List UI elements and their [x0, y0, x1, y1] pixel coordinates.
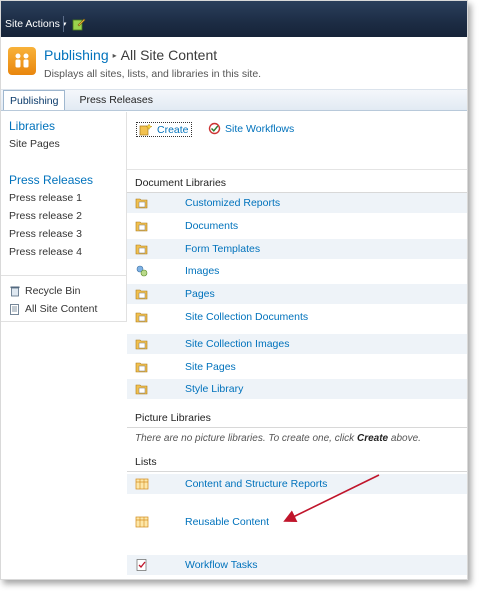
- quick-launch: Libraries Site Pages Press Releases Pres…: [1, 112, 127, 579]
- item-label[interactable]: Site Pages: [185, 361, 236, 373]
- recycle-bin-link[interactable]: Recycle Bin: [9, 285, 80, 297]
- item-label[interactable]: Workflow Tasks: [185, 559, 258, 571]
- title-area: Publishing ▸ All Site Content Displays a…: [1, 37, 467, 89]
- page-title: All Site Content: [120, 47, 218, 63]
- main-content: Create Site Workflows Document Libraries…: [127, 112, 467, 579]
- site-workflows-button[interactable]: Site Workflows: [208, 122, 294, 135]
- item-label[interactable]: Pages: [185, 288, 215, 300]
- empty-message-suffix: above.: [388, 433, 421, 444]
- section-header-document-libraries: Document Libraries: [127, 177, 467, 193]
- all-site-content-label: All Site Content: [25, 303, 98, 315]
- list-item[interactable]: Site Collection Documents: [127, 307, 467, 327]
- utility-links: Recycle Bin All Site Content: [1, 275, 127, 323]
- list-item[interactable]: Style Library: [127, 379, 467, 399]
- item-label[interactable]: Customized Reports: [185, 197, 280, 209]
- workflow-tasks-icon: [136, 559, 147, 571]
- list-item[interactable]: Form Templates: [127, 239, 467, 259]
- item-label[interactable]: Content and Structure Reports: [185, 478, 327, 490]
- document-library-icon: [135, 244, 148, 255]
- empty-message-create-link[interactable]: Create: [357, 433, 388, 444]
- list-item[interactable]: Customized Reports: [127, 193, 467, 213]
- item-label[interactable]: Style Library: [185, 383, 243, 395]
- list-icon: [135, 516, 149, 528]
- nav-item-press-release-2[interactable]: Press release 2: [9, 210, 82, 222]
- recycle-bin-icon: [10, 286, 20, 297]
- all-site-content-link[interactable]: All Site Content: [9, 303, 97, 315]
- item-label[interactable]: Site Collection Documents: [185, 311, 308, 323]
- nav-item-press-release-4[interactable]: Press release 4: [9, 246, 82, 258]
- item-label[interactable]: Form Templates: [185, 243, 260, 255]
- document-library-icon: [135, 198, 148, 209]
- list-item[interactable]: Documents: [127, 216, 467, 236]
- nav-header-libraries[interactable]: Libraries: [9, 119, 55, 133]
- nav-item-press-release-3[interactable]: Press release 3: [9, 228, 82, 240]
- section-header-picture-libraries: Picture Libraries: [127, 412, 467, 428]
- document-library-icon: [135, 384, 148, 395]
- list-item[interactable]: Images: [127, 261, 467, 281]
- item-label[interactable]: Reusable Content: [185, 516, 269, 528]
- all-content-icon: [10, 304, 19, 315]
- list-item[interactable]: Pages: [127, 284, 467, 304]
- tab-press-releases[interactable]: Press Releases: [73, 90, 159, 110]
- breadcrumb: Publishing ▸ All Site Content: [44, 47, 217, 63]
- breadcrumb-site-link[interactable]: Publishing: [44, 47, 109, 63]
- content-toolbar: Create Site Workflows: [127, 112, 467, 170]
- workflow-icon: [208, 122, 221, 135]
- document-library-icon: [135, 312, 148, 323]
- empty-message-prefix: There are no picture libraries. To creat…: [135, 433, 357, 444]
- section-header-lists: Lists: [127, 456, 467, 472]
- item-label[interactable]: Documents: [185, 220, 238, 232]
- create-button[interactable]: Create: [136, 122, 192, 137]
- document-library-icon: [135, 339, 148, 350]
- site-logo-icon[interactable]: [8, 47, 36, 75]
- list-item[interactable]: Reusable Content: [127, 512, 467, 532]
- edit-page-icon[interactable]: [72, 17, 86, 31]
- tab-publishing[interactable]: Publishing: [3, 90, 66, 110]
- item-label[interactable]: Site Collection Images: [185, 338, 289, 350]
- nav-header-press-releases[interactable]: Press Releases: [9, 173, 93, 187]
- nav-item-site-pages[interactable]: Site Pages: [9, 138, 60, 150]
- sharepoint-window: Site Actions ▾ Publishing ▸ All Site Con…: [0, 0, 468, 580]
- image-library-icon: [136, 265, 148, 277]
- list-item[interactable]: Workflow Tasks: [127, 555, 467, 575]
- top-navigation: Publishing Press Releases: [1, 89, 467, 111]
- recycle-bin-label: Recycle Bin: [25, 285, 81, 297]
- document-library-icon: [135, 289, 148, 300]
- site-actions-menu[interactable]: Site Actions ▾: [5, 18, 66, 30]
- empty-picture-libraries-message: There are no picture libraries. To creat…: [135, 433, 421, 444]
- document-library-icon: [135, 221, 148, 232]
- item-label[interactable]: Images: [185, 265, 219, 277]
- divider: [63, 16, 64, 32]
- create-icon: [139, 123, 153, 136]
- site-workflows-label: Site Workflows: [225, 122, 295, 135]
- list-item[interactable]: Site Collection Images: [127, 334, 467, 354]
- list-icon: [135, 478, 149, 490]
- create-label: Create: [157, 123, 189, 136]
- page-description: Displays all sites, lists, and libraries…: [44, 68, 262, 80]
- site-actions-label: Site Actions: [5, 18, 60, 30]
- ribbon-bar: Site Actions ▾: [1, 1, 467, 37]
- list-item[interactable]: Content and Structure Reports: [127, 474, 467, 494]
- nav-item-press-release-1[interactable]: Press release 1: [9, 192, 82, 204]
- document-library-icon: [135, 362, 148, 373]
- list-item[interactable]: Site Pages: [127, 357, 467, 377]
- quick-launch-panel: Libraries Site Pages Press Releases Pres…: [1, 112, 127, 322]
- breadcrumb-arrow-icon: ▸: [112, 50, 117, 60]
